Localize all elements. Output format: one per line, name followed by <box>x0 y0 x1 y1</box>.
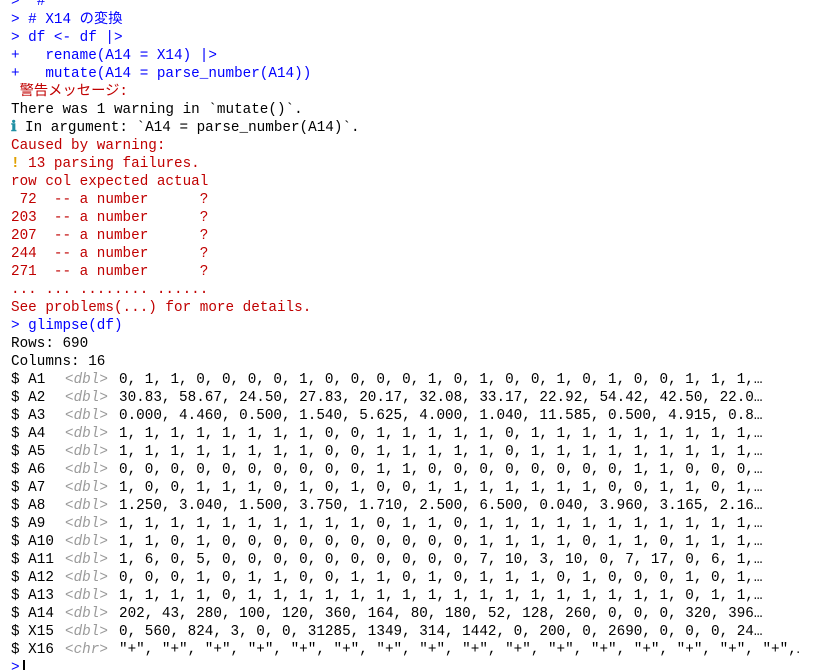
glimpse-column-values: 1.250, 3.040, 1.500, 3.750, 1.710, 2.500… <box>119 498 763 514</box>
glimpse-column-type: <dbl> <box>65 534 108 550</box>
columns-count-line: Columns: 16 <box>11 354 106 370</box>
glimpse-row: $ A8 <dbl> 1.250, 3.040, 1.500, 3.750, 1.… <box>11 497 815 515</box>
code-line-mutate: + mutate(A14 = parse_number(A14)) <box>11 66 312 82</box>
glimpse-column-name: $ A8 <box>11 498 54 514</box>
glimpse-column-name: $ X16 <box>11 642 54 658</box>
parsing-failures-text: 13 parsing failures. <box>19 156 200 172</box>
glimpse-column-type: <dbl> <box>65 570 108 586</box>
glimpse-column-values: 1, 1, 0, 1, 0, 0, 0, 0, 0, 0, 0, 0, 0, 0… <box>119 534 763 550</box>
glimpse-command-line: > glimpse(df) <box>11 318 123 334</box>
glimpse-column-values: 1, 1, 1, 1, 1, 1, 1, 1, 1, 1, 0, 1, 1, 0… <box>119 516 763 532</box>
glimpse-row: $ A2 <dbl> 30.83, 58.67, 24.50, 27.83, 20… <box>11 389 815 407</box>
glimpse-column-values: 0.000, 4.460, 0.500, 1.540, 5.625, 4.000… <box>119 408 763 424</box>
glimpse-column-type: <dbl> <box>65 480 108 496</box>
glimpse-column-name: $ A4 <box>11 426 54 442</box>
glimpse-column-name: $ A7 <box>11 480 54 496</box>
glimpse-column-values: 1, 6, 0, 5, 0, 0, 0, 0, 0, 0, 0, 0, 0, 0… <box>119 552 763 568</box>
glimpse-column-type: <dbl> <box>65 516 108 532</box>
glimpse-column-type: <dbl> <box>65 444 108 460</box>
glimpse-column-type: <dbl> <box>65 408 108 424</box>
problems-table-ellipsis-row: ... ... ........ ...... <box>11 282 209 298</box>
glimpse-row: $ A12 <dbl> 0, 0, 0, 1, 0, 1, 1, 0, 0, 1, … <box>11 569 815 587</box>
problems-table-row: 72 -- a number ? <box>11 192 209 208</box>
exclamation-icon: ! <box>11 156 20 172</box>
glimpse-row: $ A13 <dbl> 1, 1, 1, 1, 0, 1, 1, 1, 1, 1, … <box>11 587 815 605</box>
glimpse-row: $ X15 <dbl> 0, 560, 824, 3, 0, 0, 31285, 1… <box>11 623 815 641</box>
glimpse-row: $ A3 <dbl> 0.000, 4.460, 0.500, 1.540, 5.… <box>11 407 815 425</box>
glimpse-column-type: <chr> <box>65 642 108 658</box>
glimpse-column-values: "+", "+", "+", "+", "+", "+", "+", "+", … <box>119 642 799 658</box>
rows-count-line: Rows: 690 <box>11 336 89 352</box>
glimpse-column-values: 1, 1, 1, 1, 1, 1, 1, 1, 0, 0, 1, 1, 1, 1… <box>119 426 763 442</box>
glimpse-column-values: 0, 560, 824, 3, 0, 0, 31285, 1349, 314, … <box>119 624 763 640</box>
warning-message-line: There was 1 warning in `mutate()`. <box>11 102 303 118</box>
glimpse-column-name: $ A2 <box>11 390 54 406</box>
warning-argument-line: ℹ In argument: `A14 = parse_number(A14)`… <box>11 119 815 137</box>
glimpse-column-values: 1, 0, 0, 1, 1, 1, 0, 1, 0, 1, 0, 0, 1, 1… <box>119 480 763 496</box>
glimpse-row: $ A11 <dbl> 1, 6, 0, 5, 0, 0, 0, 0, 0, 0, … <box>11 551 815 569</box>
glimpse-column-name: $ A6 <box>11 462 54 478</box>
warning-header: 警告メッセージ: <box>11 84 128 100</box>
text-cursor <box>22 660 25 670</box>
glimpse-column-type: <dbl> <box>65 372 108 388</box>
problems-table-row: 207 -- a number ? <box>11 228 209 244</box>
glimpse-output: $ A1 <dbl> 0, 1, 1, 0, 0, 0, 0, 1, 0, 0, … <box>11 371 815 659</box>
glimpse-row: $ A7 <dbl> 1, 0, 0, 1, 1, 1, 0, 1, 0, 1, … <box>11 479 815 497</box>
problems-table-row: 203 -- a number ? <box>11 210 209 226</box>
console-top-clipped-line: > # <box>11 0 46 10</box>
glimpse-column-values: 0, 0, 0, 1, 0, 1, 1, 0, 0, 1, 1, 0, 1, 0… <box>119 570 763 586</box>
glimpse-column-name: $ A9 <box>11 516 54 532</box>
warning-argument-text: In argument: `A14 = parse_number(A14)`. <box>16 120 360 136</box>
glimpse-column-name: $ A10 <box>11 534 54 550</box>
glimpse-row: $ A10 <dbl> 1, 1, 0, 1, 0, 0, 0, 0, 0, 0, … <box>11 533 815 551</box>
glimpse-column-type: <dbl> <box>65 624 108 640</box>
glimpse-column-type: <dbl> <box>65 498 108 514</box>
glimpse-column-values: 202, 43, 280, 100, 120, 360, 164, 80, 18… <box>119 606 763 622</box>
code-line-assign: > df <- df |> <box>11 30 123 46</box>
glimpse-row: $ X16 <chr> "+", "+", "+", "+", "+", "+", … <box>11 641 815 659</box>
glimpse-row: $ A9 <dbl> 1, 1, 1, 1, 1, 1, 1, 1, 1, 1, … <box>11 515 815 533</box>
caused-by-line: Caused by warning: <box>11 138 166 154</box>
glimpse-column-values: 30.83, 58.67, 24.50, 27.83, 20.17, 32.08… <box>119 390 763 406</box>
glimpse-column-name: $ A3 <box>11 408 54 424</box>
glimpse-column-type: <dbl> <box>65 426 108 442</box>
problems-table-row: 244 -- a number ? <box>11 246 209 262</box>
problems-table-header: row col expected actual <box>11 174 209 190</box>
glimpse-row: $ A14 <dbl> 202, 43, 280, 100, 120, 360, 1… <box>11 605 815 623</box>
glimpse-column-type: <dbl> <box>65 462 108 478</box>
problems-table-row: 271 -- a number ? <box>11 264 209 280</box>
glimpse-row: $ A5 <dbl> 1, 1, 1, 1, 1, 1, 1, 1, 0, 0, … <box>11 443 815 461</box>
glimpse-column-type: <dbl> <box>65 390 108 406</box>
code-line-rename: + rename(A14 = X14) |> <box>11 48 217 64</box>
glimpse-row: $ A1 <dbl> 0, 1, 1, 0, 0, 0, 0, 1, 0, 0, … <box>11 371 815 389</box>
console-prompt-line[interactable]: > <box>11 659 815 670</box>
glimpse-column-values: 0, 1, 1, 0, 0, 0, 0, 1, 0, 0, 0, 0, 1, 0… <box>119 372 763 388</box>
glimpse-column-name: $ X15 <box>11 624 54 640</box>
glimpse-column-name: $ A5 <box>11 444 54 460</box>
glimpse-column-values: 0, 0, 0, 0, 0, 0, 0, 0, 0, 0, 1, 1, 0, 0… <box>119 462 763 478</box>
glimpse-column-name: $ A1 <box>11 372 54 388</box>
glimpse-column-name: $ A11 <box>11 552 54 568</box>
glimpse-column-name: $ A12 <box>11 570 54 586</box>
glimpse-column-type: <dbl> <box>65 606 108 622</box>
glimpse-row: $ A4 <dbl> 1, 1, 1, 1, 1, 1, 1, 1, 0, 0, … <box>11 425 815 443</box>
prompt-symbol: > <box>11 660 20 670</box>
glimpse-row: $ A6 <dbl> 0, 0, 0, 0, 0, 0, 0, 0, 0, 0, … <box>11 461 815 479</box>
parsing-failures-line: ! 13 parsing failures. <box>11 155 815 173</box>
glimpse-column-type: <dbl> <box>65 552 108 568</box>
code-line-comment: > # X14 の変換 <box>11 12 123 28</box>
glimpse-column-name: $ A13 <box>11 588 54 604</box>
glimpse-column-type: <dbl> <box>65 588 108 604</box>
glimpse-column-name: $ A14 <box>11 606 54 622</box>
glimpse-column-values: 1, 1, 1, 1, 1, 1, 1, 1, 0, 0, 1, 1, 1, 1… <box>119 444 763 460</box>
r-console[interactable]: > # > # X14 の変換 > df <- df |> + rename(A… <box>0 0 815 670</box>
glimpse-column-values: 1, 1, 1, 1, 0, 1, 1, 1, 1, 1, 1, 1, 1, 1… <box>119 588 763 604</box>
see-problems-line: See problems(...) for more details. <box>11 300 312 316</box>
